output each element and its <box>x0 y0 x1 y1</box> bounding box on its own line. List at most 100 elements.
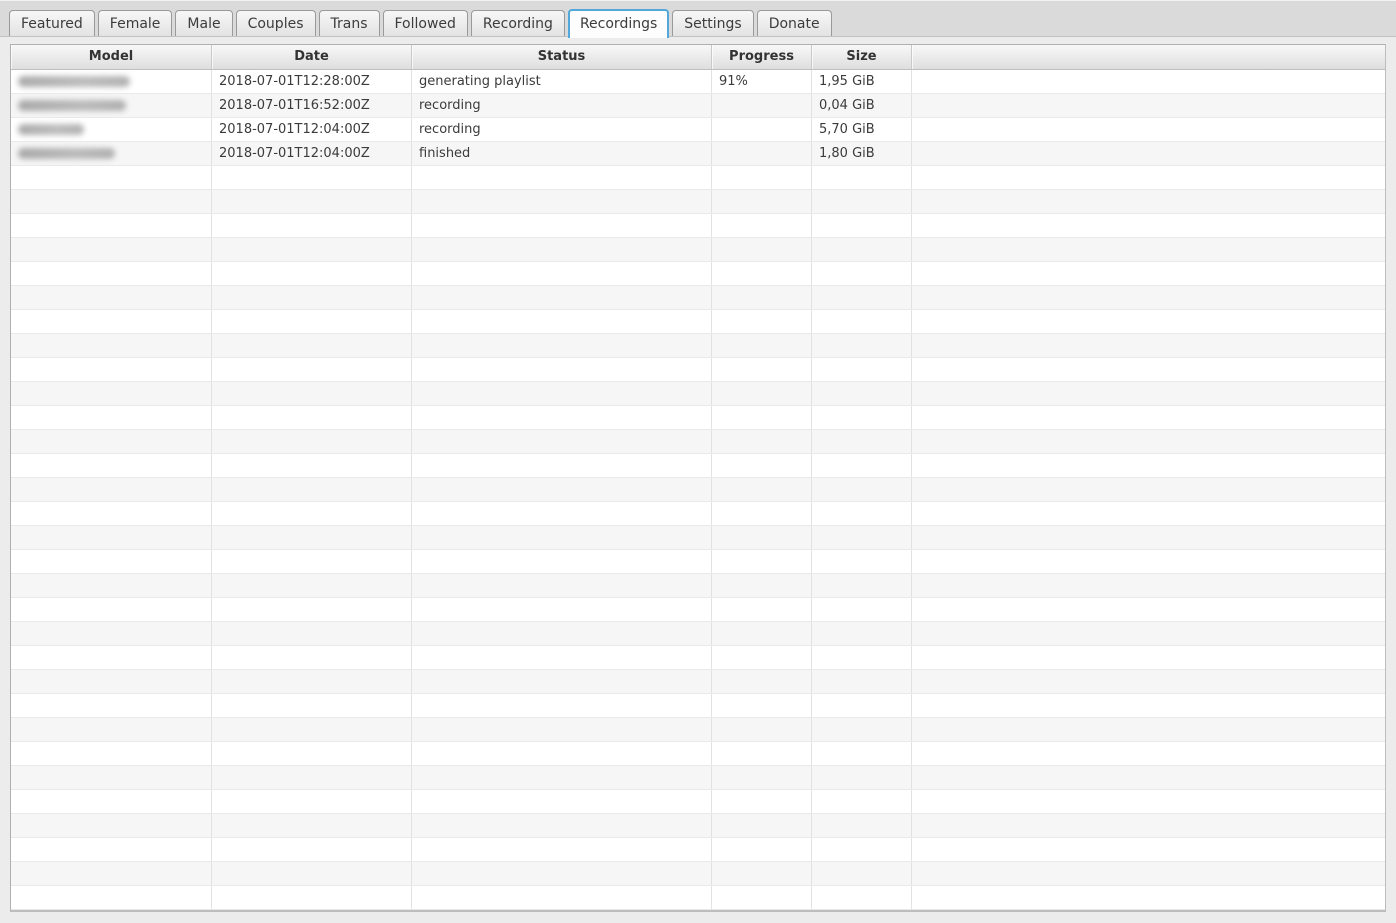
column-header-size[interactable]: Size <box>812 45 912 69</box>
table-row-empty[interactable] <box>11 334 1385 358</box>
column-header-extra[interactable] <box>912 45 1385 69</box>
cell-model <box>11 118 212 141</box>
table-row-empty[interactable] <box>11 454 1385 478</box>
cell-empty <box>812 526 912 549</box>
table-row-empty[interactable] <box>11 166 1385 190</box>
cell-empty <box>11 358 212 381</box>
cell-empty <box>212 262 412 285</box>
table-row-empty[interactable] <box>11 238 1385 262</box>
tab-donate[interactable]: Donate <box>756 10 832 36</box>
table-row-empty[interactable] <box>11 598 1385 622</box>
cell-empty <box>712 742 812 765</box>
table-row-empty[interactable] <box>11 670 1385 694</box>
table-row-empty[interactable] <box>11 694 1385 718</box>
cell-empty <box>812 382 912 405</box>
table-row-empty[interactable] <box>11 286 1385 310</box>
table-row[interactable]: 2018-07-01T12:28:00Z generating playlist 9… <box>11 70 1385 94</box>
cell-date: 2018-07-01T12:04:00Z <box>212 118 412 141</box>
cell-status: finished <box>412 142 712 165</box>
cell-empty <box>812 454 912 477</box>
cell-empty <box>11 742 212 765</box>
cell-empty <box>712 454 812 477</box>
cell-empty <box>11 886 212 909</box>
cell-empty <box>912 814 1385 837</box>
cell-empty <box>812 478 912 501</box>
table-row-empty[interactable] <box>11 814 1385 838</box>
table-row-empty[interactable] <box>11 766 1385 790</box>
cell-empty <box>11 550 212 573</box>
tab-trans[interactable]: Trans <box>318 10 380 36</box>
tab-male[interactable]: Male <box>175 10 233 36</box>
tab-settings[interactable]: Settings <box>672 10 754 36</box>
cell-empty <box>912 742 1385 765</box>
table-row-empty[interactable] <box>11 262 1385 286</box>
table-row[interactable]: 2018-07-01T16:52:00Z recording 0,04 GiB <box>11 94 1385 118</box>
cell-status: generating playlist <box>412 70 712 93</box>
cell-empty <box>412 262 712 285</box>
tab-recording[interactable]: Recording <box>470 10 565 36</box>
table-row[interactable]: 2018-07-01T12:04:00Z recording 5,70 GiB <box>11 118 1385 142</box>
table-row-empty[interactable] <box>11 214 1385 238</box>
cell-empty <box>712 646 812 669</box>
tab-featured[interactable]: Featured <box>9 10 95 36</box>
redacted-model-name <box>18 76 130 87</box>
cell-empty <box>712 430 812 453</box>
table-row-empty[interactable] <box>11 862 1385 886</box>
cell-empty <box>912 526 1385 549</box>
cell-empty <box>712 406 812 429</box>
cell-size: 5,70 GiB <box>812 118 912 141</box>
cell-empty <box>412 406 712 429</box>
table-row-empty[interactable] <box>11 358 1385 382</box>
table-row-empty[interactable] <box>11 574 1385 598</box>
cell-empty <box>212 406 412 429</box>
table-row-empty[interactable] <box>11 886 1385 910</box>
cell-empty <box>712 238 812 261</box>
table-row-empty[interactable] <box>11 502 1385 526</box>
cell-empty <box>412 646 712 669</box>
cell-empty <box>412 286 712 309</box>
cell-empty <box>812 286 912 309</box>
tab-recordings[interactable]: Recordings <box>567 9 670 38</box>
cell-empty <box>212 310 412 333</box>
column-header-model[interactable]: Model <box>11 45 212 69</box>
cell-empty <box>412 574 712 597</box>
column-header-date[interactable]: Date <box>212 45 412 69</box>
table-row-empty[interactable] <box>11 406 1385 430</box>
cell-size: 1,95 GiB <box>812 70 912 93</box>
table-row-empty[interactable] <box>11 718 1385 742</box>
column-header-status[interactable]: Status <box>412 45 712 69</box>
tab-followed[interactable]: Followed <box>382 10 468 36</box>
cell-empty <box>812 622 912 645</box>
table-row[interactable]: 2018-07-01T12:04:00Z finished 1,80 GiB <box>11 142 1385 166</box>
table-row-empty[interactable] <box>11 478 1385 502</box>
table-row-empty[interactable] <box>11 550 1385 574</box>
table-row-empty[interactable] <box>11 526 1385 550</box>
cell-empty <box>11 214 212 237</box>
cell-empty <box>212 334 412 357</box>
cell-empty <box>11 814 212 837</box>
table-row-empty[interactable] <box>11 622 1385 646</box>
cell-empty <box>912 262 1385 285</box>
cell-empty <box>812 310 912 333</box>
cell-empty <box>11 766 212 789</box>
cell-empty <box>812 214 912 237</box>
table-row-empty[interactable] <box>11 190 1385 214</box>
cell-extra <box>912 94 1385 117</box>
cell-empty <box>212 766 412 789</box>
tab-couples[interactable]: Couples <box>235 10 316 36</box>
table-row-empty[interactable] <box>11 382 1385 406</box>
table-row-empty[interactable] <box>11 430 1385 454</box>
table-row-empty[interactable] <box>11 742 1385 766</box>
table-row-empty[interactable] <box>11 790 1385 814</box>
table-row-empty[interactable] <box>11 646 1385 670</box>
table-row-empty[interactable] <box>11 838 1385 862</box>
cell-empty <box>812 166 912 189</box>
cell-empty <box>212 358 412 381</box>
table-row-empty[interactable] <box>11 310 1385 334</box>
cell-empty <box>412 742 712 765</box>
cell-empty <box>212 214 412 237</box>
cell-empty <box>712 670 812 693</box>
cell-empty <box>712 862 812 885</box>
column-header-progress[interactable]: Progress <box>712 45 812 69</box>
tab-female[interactable]: Female <box>97 10 173 36</box>
